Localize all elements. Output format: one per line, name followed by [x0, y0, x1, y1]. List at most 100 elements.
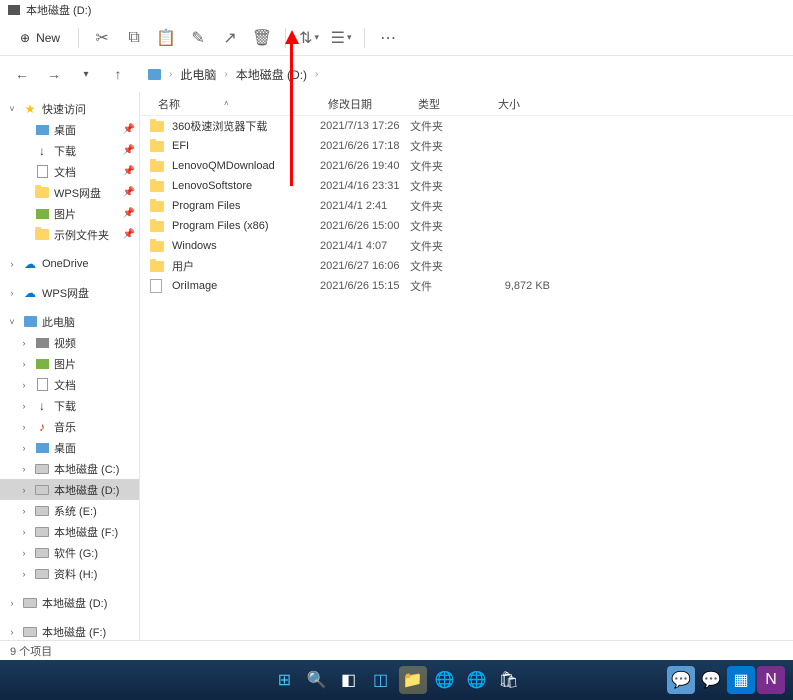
app-icon[interactable]: ▦	[727, 666, 755, 694]
expand-icon[interactable]: ›	[18, 443, 30, 453]
file-row[interactable]: 用户2021/6/27 16:06文件夹	[140, 256, 793, 276]
expand-icon[interactable]: ›	[18, 506, 30, 516]
window-title: 本地磁盘 (D:)	[26, 2, 91, 18]
nav-item[interactable]: ›本地磁盘 (D:)	[0, 479, 139, 500]
new-label: New	[36, 31, 60, 45]
file-row[interactable]: 360极速浏览器下载2021/7/13 17:26文件夹	[140, 116, 793, 136]
file-row[interactable]: Windows2021/4/1 4:07文件夹	[140, 236, 793, 256]
nav-item[interactable]: ›视频	[0, 332, 139, 353]
expand-icon[interactable]: ›	[18, 359, 30, 369]
nav-item[interactable]: ›本地磁盘 (D:)	[0, 592, 139, 613]
tray-icon[interactable]: 💬	[667, 666, 695, 694]
explorer-button[interactable]: 📁	[399, 666, 427, 694]
widgets-button[interactable]: ◫	[367, 666, 395, 694]
col-size[interactable]: 大小	[490, 96, 550, 112]
disk-icon	[35, 506, 49, 516]
taskview-button[interactable]: ◧	[335, 666, 363, 694]
file-row[interactable]: LenovoQMDownload2021/6/26 19:40文件夹	[140, 156, 793, 176]
new-button[interactable]: ⊕ New	[10, 24, 70, 52]
expand-icon[interactable]: ›	[18, 401, 30, 411]
cut-button[interactable]: ✂	[87, 24, 117, 52]
nav-item[interactable]: ˅此电脑	[0, 311, 139, 332]
onenote-icon[interactable]: N	[757, 666, 785, 694]
disk-icon	[23, 627, 37, 637]
expand-icon[interactable]: ›	[18, 380, 30, 390]
nav-item[interactable]: ›☁WPS网盘	[0, 282, 139, 303]
file-row[interactable]: Program Files (x86)2021/6/26 15:00文件夹	[140, 216, 793, 236]
view-button[interactable]: ☰▾	[326, 24, 356, 52]
forward-button[interactable]: →	[40, 60, 68, 88]
nav-item[interactable]: ›桌面	[0, 437, 139, 458]
col-date[interactable]: 修改日期	[320, 96, 410, 112]
sort-button[interactable]: ⇅▾	[294, 24, 324, 52]
browser-button[interactable]: 🌐	[463, 666, 491, 694]
copy-button[interactable]: ⧉	[119, 24, 149, 52]
nav-item[interactable]: › 本地磁盘 (F:)	[0, 521, 139, 542]
back-button[interactable]: ←	[8, 60, 36, 88]
nav-item[interactable]: ›系统 (E:)	[0, 500, 139, 521]
nav-item[interactable]: 示例文件夹📌	[0, 224, 139, 245]
nav-item[interactable]: ›资料 (H:)	[0, 563, 139, 584]
wechat-icon[interactable]: 💬	[697, 666, 725, 694]
pin-icon: 📌	[123, 187, 135, 198]
nav-item[interactable]: ↓下载📌	[0, 140, 139, 161]
nav-item[interactable]: WPS网盘📌	[0, 182, 139, 203]
nav-item[interactable]: 桌面📌	[0, 119, 139, 140]
nav-item[interactable]: › 图片	[0, 353, 139, 374]
folder-icon	[35, 187, 49, 198]
expand-icon[interactable]: ›	[18, 338, 30, 348]
file-row[interactable]: OriImage2021/6/26 15:15文件9,872 KB	[140, 276, 793, 296]
paste-button[interactable]: 📋	[151, 24, 181, 52]
expand-icon[interactable]: ›	[18, 422, 30, 432]
copy-icon: ⧉	[128, 29, 139, 47]
folder-icon	[150, 221, 164, 232]
nav-item[interactable]: ›本地磁盘 (C:)	[0, 458, 139, 479]
nav-item[interactable]: ›软件 (G:)	[0, 542, 139, 563]
expand-icon[interactable]: ›	[6, 627, 18, 637]
store-button[interactable]: 🛍	[495, 666, 523, 694]
chrome-button[interactable]: 🌐	[431, 666, 459, 694]
dropdown-button[interactable]: ▾	[72, 60, 100, 88]
nav-label: 图片	[54, 356, 76, 372]
nav-label: 快速访问	[42, 101, 86, 117]
expand-icon[interactable]: ›	[6, 259, 18, 269]
expand-icon[interactable]: ›	[18, 569, 30, 579]
crumb-pc[interactable]: 此电脑	[180, 66, 216, 83]
share-button[interactable]: ↗	[215, 24, 245, 52]
expand-icon[interactable]: ˅	[6, 317, 18, 327]
delete-button[interactable]: 🗑	[247, 24, 277, 52]
nav-item[interactable]: ›文档	[0, 374, 139, 395]
rename-button[interactable]: ✎	[183, 24, 213, 52]
expand-icon[interactable]: ›	[6, 598, 18, 608]
nav-item[interactable]: 图片📌	[0, 203, 139, 224]
nav-label: 本地磁盘 (F:)	[42, 624, 106, 640]
nav-item[interactable]: 文档📌	[0, 161, 139, 182]
pin-icon: 📌	[123, 208, 135, 219]
file-row[interactable]: EFI2021/6/26 17:18文件夹	[140, 136, 793, 156]
col-name[interactable]: 名称˄	[150, 96, 320, 112]
breadcrumb[interactable]: › 此电脑 › 本地磁盘 (D:) ›	[148, 66, 318, 83]
expand-icon[interactable]: ˅	[6, 104, 18, 114]
folder-icon	[150, 241, 164, 252]
crumb-disk[interactable]: 本地磁盘 (D:)	[236, 66, 307, 83]
nav-item[interactable]: ›☁OneDrive	[0, 253, 139, 274]
nav-item[interactable]: › 本地磁盘 (F:)	[0, 621, 139, 642]
nav-item[interactable]: ›↓下载	[0, 395, 139, 416]
nav-item[interactable]: ˅★快速访问	[0, 98, 139, 119]
sort-icon: ⇅	[299, 28, 312, 48]
up-button[interactable]: ↑	[104, 60, 132, 88]
expand-icon[interactable]: ›	[18, 485, 30, 495]
expand-icon[interactable]: ›	[18, 464, 30, 474]
disk-icon	[35, 527, 49, 537]
file-row[interactable]: Program Files2021/4/1 2:41文件夹	[140, 196, 793, 216]
col-type[interactable]: 类型	[410, 96, 490, 112]
nav-item[interactable]: ›♪音乐	[0, 416, 139, 437]
search-button[interactable]: 🔍	[303, 666, 331, 694]
nav-label: 本地磁盘 (F:)	[54, 524, 118, 540]
expand-icon[interactable]: ›	[6, 288, 18, 298]
start-button[interactable]: ⊞	[271, 666, 299, 694]
expand-icon[interactable]: ›	[18, 548, 30, 558]
expand-icon[interactable]: ›	[18, 527, 30, 537]
file-row[interactable]: LenovoSoftstore2021/4/16 23:31文件夹	[140, 176, 793, 196]
more-button[interactable]: ⋯	[373, 24, 403, 52]
